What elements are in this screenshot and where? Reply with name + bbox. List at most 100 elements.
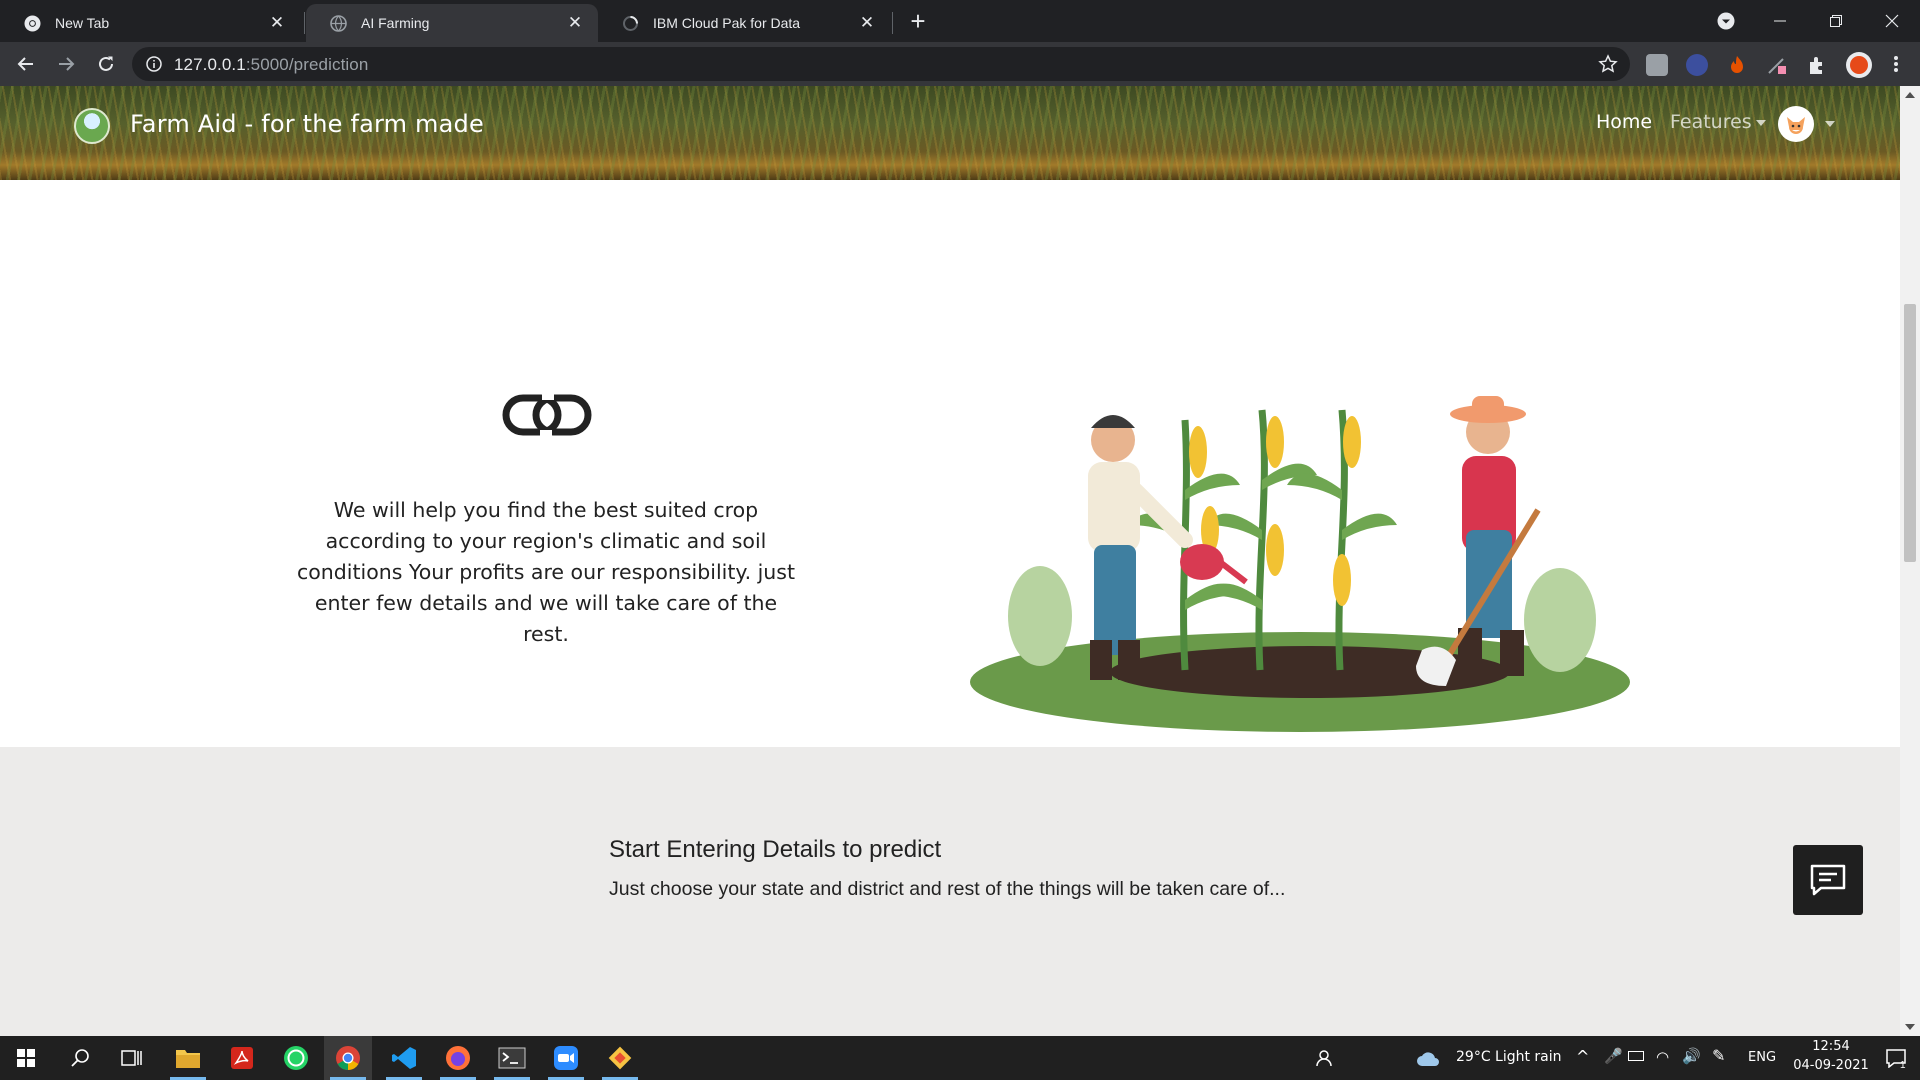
tab-title: IBM Cloud Pak for Data (653, 15, 801, 31)
restore-button[interactable] (1808, 0, 1864, 42)
browser-toolbar: 127.0.0.1:5000/prediction (0, 42, 1920, 86)
tab-separator (892, 12, 893, 34)
nav-features-dropdown[interactable]: Features (1670, 111, 1766, 133)
minimize-icon (1774, 20, 1786, 22)
git-icon (608, 1046, 632, 1070)
caret-down-icon[interactable] (1825, 121, 1835, 127)
farmers-illustration (970, 396, 1630, 732)
url-host: 127.0.0.1 (174, 55, 246, 74)
scroll-down-arrow-icon[interactable] (1905, 1024, 1915, 1030)
browser-tab-strip: New Tab ✕ AI Farming ✕ IBM Cloud Pak for… (0, 0, 1920, 42)
close-tab-icon[interactable]: ✕ (564, 12, 586, 34)
file-explorer-app[interactable] (164, 1036, 212, 1080)
site-logo[interactable] (74, 108, 110, 144)
cloud-icon (1417, 1052, 1439, 1066)
people-icon (1316, 1050, 1332, 1067)
restore-icon (1830, 15, 1842, 27)
close-tab-icon[interactable]: ✕ (856, 12, 878, 34)
url-path: :5000/prediction (245, 55, 369, 74)
fox-avatar-icon (1787, 117, 1805, 134)
minimize-button[interactable] (1752, 0, 1808, 42)
chat-button[interactable] (1793, 845, 1863, 915)
bookmark-star-icon (1598, 54, 1618, 73)
folder-icon (176, 1050, 200, 1068)
terminal-icon (498, 1047, 526, 1069)
zoom-icon (554, 1046, 578, 1070)
details-title: Start Entering Details to predict (609, 836, 942, 863)
notification-count: 1 (1900, 1060, 1906, 1071)
intro-description: We will help you find the best suited cr… (296, 498, 796, 646)
link-icon (502, 394, 592, 436)
loading-icon (622, 15, 639, 32)
chrome-icon (24, 15, 41, 32)
user-avatar[interactable] (1778, 106, 1814, 142)
chrome-app[interactable] (324, 1036, 372, 1080)
pen-icon[interactable]: ✎ (1712, 1046, 1725, 1065)
volume-icon[interactable]: 🔊 (1682, 1047, 1701, 1065)
address-bar[interactable]: 127.0.0.1:5000/prediction (132, 47, 1630, 81)
search-icon (71, 1049, 89, 1067)
windows-taskbar: 29°C Light rain ^ 🎤 ◠ 🔊 ✎ ENG 12:54 04-0… (0, 1036, 1920, 1080)
tab-title: AI Farming (361, 15, 430, 31)
wifi-icon[interactable]: ◠ (1656, 1048, 1669, 1066)
forward-arrow-icon (59, 57, 75, 71)
intro-section: We will help you find the best suited cr… (0, 180, 1900, 747)
tab-new-tab[interactable]: New Tab ✕ (0, 4, 300, 42)
page-scrollbar[interactable] (1900, 86, 1920, 1036)
tab-search-button[interactable] (1698, 0, 1754, 42)
git-app[interactable] (596, 1036, 644, 1080)
task-view-button[interactable] (108, 1036, 156, 1080)
people-button[interactable] (1300, 1036, 1348, 1080)
vscode-app[interactable] (380, 1036, 428, 1080)
close-tab-icon[interactable]: ✕ (266, 12, 288, 34)
extension-pen-icon[interactable] (1766, 54, 1788, 76)
weather-widget[interactable] (1408, 1036, 1448, 1080)
search-button[interactable] (56, 1036, 104, 1080)
acrobat-app[interactable] (218, 1036, 266, 1080)
url-text: 127.0.0.1:5000/prediction (174, 55, 368, 75)
back-arrow-icon (17, 57, 33, 71)
firefox-app[interactable] (434, 1036, 482, 1080)
globe-icon (330, 14, 347, 32)
close-window-button[interactable] (1864, 0, 1920, 42)
back-button[interactable] (12, 50, 40, 78)
site-navbar: Farm Aid - for the farm made Home Featur… (0, 86, 1900, 180)
extension-translate-icon[interactable] (1646, 54, 1668, 76)
start-button[interactable] (2, 1036, 50, 1080)
new-tab-button[interactable]: + (904, 8, 932, 36)
show-hidden-icons-icon[interactable]: ^ (1576, 1047, 1589, 1066)
clock-date[interactable]: 04-09-2021 (1790, 1058, 1872, 1073)
vscode-icon (392, 1047, 416, 1069)
chrome-menu-button[interactable] (1882, 50, 1910, 78)
extension-glasses-icon[interactable] (1686, 54, 1708, 76)
tab-ibm-cloud-pak[interactable]: IBM Cloud Pak for Data ✕ (598, 4, 890, 42)
windows-logo-icon (17, 1049, 35, 1067)
firefox-icon (446, 1046, 470, 1070)
reload-button[interactable] (92, 50, 120, 78)
profile-avatar-icon[interactable] (1846, 52, 1872, 78)
pdf-icon (231, 1047, 253, 1069)
language-indicator[interactable]: ENG (1748, 1050, 1776, 1065)
site-brand[interactable]: Farm Aid - for the farm made (130, 110, 484, 138)
scroll-thumb[interactable] (1904, 304, 1916, 562)
chrome-icon (336, 1046, 360, 1070)
reload-icon (99, 56, 113, 71)
weather-text[interactable]: 29°C Light rain (1456, 1049, 1562, 1065)
tab-ai-farming[interactable]: AI Farming ✕ (306, 4, 598, 42)
whatsapp-app[interactable] (272, 1036, 320, 1080)
scroll-up-arrow-icon[interactable] (1905, 92, 1915, 98)
battery-icon[interactable] (1628, 1051, 1644, 1061)
info-icon (146, 56, 162, 72)
whatsapp-icon (284, 1046, 308, 1070)
tab-separator (304, 12, 305, 34)
forward-button[interactable] (52, 50, 80, 78)
notifications-button[interactable]: 1 (1872, 1036, 1920, 1080)
microphone-icon[interactable]: 🎤 (1604, 1047, 1623, 1065)
terminal-app[interactable] (488, 1036, 536, 1080)
extension-flame-icon[interactable] (1726, 54, 1748, 76)
caret-down-icon (1755, 119, 1766, 126)
zoom-app[interactable] (542, 1036, 590, 1080)
clock-time[interactable]: 12:54 (1806, 1039, 1856, 1054)
nav-home-link[interactable]: Home (1596, 111, 1652, 133)
puzzle-extensions-icon[interactable] (1806, 54, 1828, 76)
